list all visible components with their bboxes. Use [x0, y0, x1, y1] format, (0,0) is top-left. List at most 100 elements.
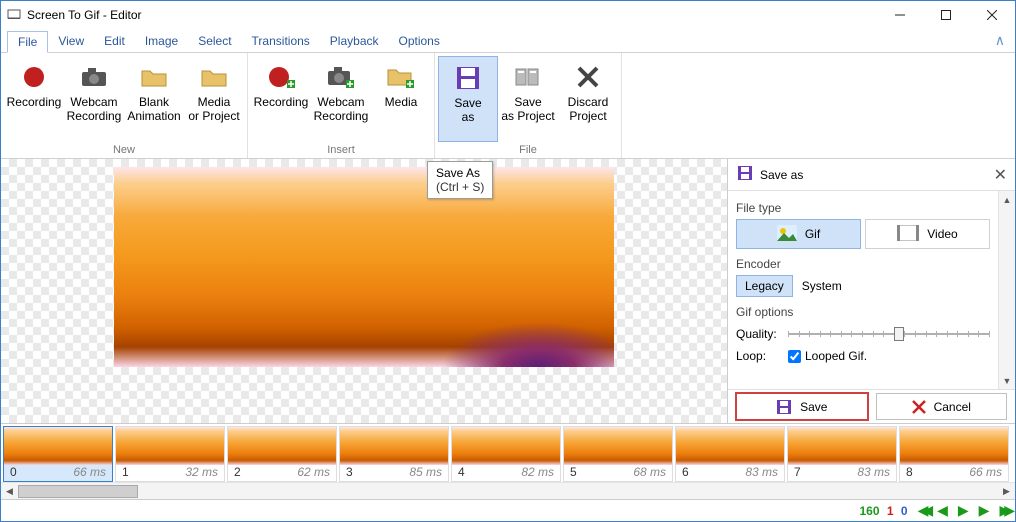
gif-options-label: Gif options [736, 305, 990, 319]
discard-project-button[interactable]: DiscardProject [558, 56, 618, 142]
encoder-system[interactable]: System [793, 275, 851, 297]
scroll-up-icon[interactable]: ▲ [999, 191, 1016, 208]
scroll-left-icon[interactable]: ◀ [1, 483, 18, 500]
frame-duration: 82 ms [521, 465, 554, 481]
floppy-purple-icon [455, 61, 481, 95]
scroll-right-icon[interactable]: ▶ [998, 483, 1015, 500]
insert-recording-button[interactable]: Recording [251, 56, 311, 142]
timeline-scrollbar[interactable]: ◀ ▶ [1, 482, 1015, 499]
frame-image [340, 427, 448, 465]
preview-canvas[interactable] [1, 159, 727, 423]
tab-options[interactable]: Options [389, 31, 450, 51]
ribbon-group-new: RecordingWebcamRecordingBlankAnimationMe… [1, 53, 248, 158]
frame-counts: 160 1 0 [855, 504, 907, 518]
preview-image [114, 167, 614, 367]
save-as-project-button[interactable]: Saveas Project [498, 56, 558, 142]
x-dark-icon [576, 60, 600, 94]
tab-select[interactable]: Select [188, 31, 241, 51]
frame-image [452, 427, 560, 465]
frame-thumb[interactable]: 568 ms [563, 426, 673, 482]
tab-image[interactable]: Image [135, 31, 188, 51]
frame-index: 7 [794, 465, 801, 481]
camera-plus-icon [326, 60, 356, 94]
record-red-icon [21, 60, 47, 94]
recording-button[interactable]: Recording [4, 56, 64, 142]
frame-index: 5 [570, 465, 577, 481]
timeline: 0 66 ms 132 ms262 ms385 ms482 ms568 ms683 … [1, 423, 1015, 499]
minimize-button[interactable] [877, 1, 923, 29]
save-as-button[interactable]: Saveas [438, 56, 498, 142]
encoder-label: Encoder [736, 257, 990, 271]
panel-header: Save as ✕ [728, 159, 1015, 191]
folder-icon [140, 60, 168, 94]
frame-image [116, 427, 224, 465]
frame-duration: 83 ms [745, 465, 778, 481]
cancel-button[interactable]: Cancel [876, 393, 1008, 420]
insert-webcam-button[interactable]: WebcamRecording [311, 56, 371, 142]
tooltip-title: Save As [436, 166, 484, 180]
group-label: New [4, 142, 244, 158]
last-frame-button[interactable]: ▶▶ [999, 502, 1009, 519]
tab-view[interactable]: View [48, 31, 94, 51]
panel-scrollbar[interactable]: ▲ ▼ [998, 191, 1015, 389]
quality-slider[interactable] [788, 325, 990, 343]
blank-animation-button[interactable]: BlankAnimation [124, 56, 184, 142]
insert-media-button[interactable]: Media [371, 56, 431, 142]
ribbon-group-file: SaveasSaveas ProjectDiscardProjectFile [435, 53, 622, 158]
frame-image [788, 427, 896, 465]
save-as-tooltip: Save As (Ctrl + S) [427, 161, 493, 199]
playback-controls: ◀◀ ◀ ▶ ▶ ▶▶ [918, 502, 1009, 519]
panel-close-button[interactable]: ✕ [994, 165, 1007, 185]
tab-transitions[interactable]: Transitions [242, 31, 320, 51]
first-frame-button[interactable]: ◀◀ [918, 502, 928, 519]
filetype-video[interactable]: Video [865, 219, 990, 249]
frame-image [228, 427, 336, 465]
encoder-legacy[interactable]: Legacy [736, 275, 793, 297]
play-button[interactable]: ▶ [958, 502, 969, 519]
close-button[interactable] [969, 1, 1015, 29]
frame-duration: 32 ms [185, 465, 218, 481]
tab-edit[interactable]: Edit [94, 31, 135, 51]
tab-file[interactable]: File [7, 31, 48, 53]
tab-playback[interactable]: Playback [320, 31, 389, 51]
filmstrip-icon [897, 225, 919, 244]
frame-thumb[interactable]: 132 ms [115, 426, 225, 482]
panel-title: Save as [760, 168, 994, 182]
count-current: 0 [901, 504, 908, 518]
frame-image [564, 427, 672, 465]
app-icon [7, 7, 21, 24]
next-frame-button[interactable]: ▶ [979, 502, 990, 519]
media-or-project-button[interactable]: Mediaor Project [184, 56, 244, 142]
prev-frame-button[interactable]: ◀ [937, 502, 948, 519]
frame-thumb[interactable]: 262 ms [227, 426, 337, 482]
looped-gif-label: Looped Gif. [805, 349, 867, 363]
scroll-down-icon[interactable]: ▼ [999, 372, 1016, 389]
looped-gif-checkbox[interactable]: Looped Gif. [788, 349, 867, 363]
count-selected: 1 [887, 504, 894, 518]
maximize-button[interactable] [923, 1, 969, 29]
filetype-gif[interactable]: Gif [736, 219, 861, 249]
frame-thumb[interactable]: 783 ms [787, 426, 897, 482]
ribbon-collapse-icon[interactable]: ∧ [985, 32, 1015, 49]
record-red-plus-icon [267, 60, 295, 94]
titlebar: Screen To Gif - Editor [1, 1, 1015, 29]
menu-bar: FileViewEditImageSelectTransitionsPlayba… [1, 29, 1015, 53]
frame-thumb[interactable]: 0 66 ms [3, 426, 113, 482]
save-as-panel: Save as ✕ File type GifVideo Encoder Leg… [727, 159, 1015, 423]
frame-strip[interactable]: 0 66 ms 132 ms262 ms385 ms482 ms568 ms683 … [1, 424, 1015, 482]
webcam-recording-button[interactable]: WebcamRecording [64, 56, 124, 142]
frame-thumb[interactable]: 683 ms [675, 426, 785, 482]
frame-duration: 66 ms [73, 465, 106, 481]
save-button[interactable]: Save [736, 393, 868, 420]
frame-thumb[interactable]: 8 66 ms [899, 426, 1009, 482]
frame-index: 0 [10, 465, 17, 481]
frame-duration: 66 ms [969, 465, 1002, 481]
work-area: Save as ✕ File type GifVideo Encoder Leg… [1, 159, 1015, 423]
frame-image [676, 427, 784, 465]
frame-index: 8 [906, 465, 913, 481]
count-total: 160 [859, 504, 879, 518]
frame-thumb[interactable]: 385 ms [339, 426, 449, 482]
frame-duration: 85 ms [409, 465, 442, 481]
frame-thumb[interactable]: 482 ms [451, 426, 561, 482]
filetype-label: File type [736, 201, 990, 215]
